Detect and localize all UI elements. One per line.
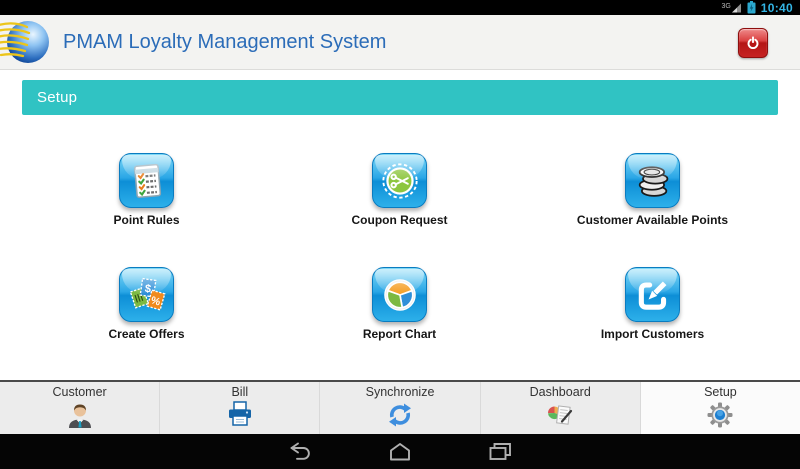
signal-triangle-icon [731, 3, 741, 13]
tile-label: Import Customers [600, 327, 705, 341]
recents-icon [489, 443, 511, 460]
home-icon [390, 443, 410, 461]
bottom-tab-bar: Customer Bill Synchronize Dashboard Setu… [0, 380, 800, 434]
app-logo-icon [0, 21, 49, 63]
tab-label: Customer [52, 385, 107, 399]
tile-coupon-request[interactable]: Coupon Request [273, 153, 526, 227]
sync-icon [389, 403, 411, 427]
tab-dashboard[interactable]: Dashboard [481, 382, 641, 434]
point-rules-icon [119, 153, 174, 208]
clock: 10:40 [760, 0, 793, 15]
tile-label: Report Chart [362, 327, 437, 341]
network-type-label: 3G [721, 3, 731, 10]
section-banner-title: Setup [37, 89, 78, 106]
battery-charging-icon [747, 1, 756, 14]
tile-label: Customer Available Points [576, 213, 729, 227]
printer-icon [228, 401, 251, 426]
tab-setup[interactable]: Setup [640, 382, 800, 434]
create-offers-icon: $ % [119, 267, 174, 322]
import-customers-icon [625, 267, 680, 322]
back-icon [290, 442, 310, 460]
android-navigation-bar [0, 434, 800, 469]
customer-points-icon [625, 153, 680, 208]
home-button[interactable] [387, 442, 413, 462]
signal-strength-icon: 3G [721, 2, 741, 13]
tile-label: Create Offers [108, 327, 185, 341]
tab-label: Synchronize [365, 385, 435, 399]
tab-bill[interactable]: Bill [160, 382, 321, 434]
recent-apps-button[interactable] [487, 442, 513, 462]
power-icon [747, 36, 759, 50]
section-banner: Setup [22, 80, 778, 115]
dashboard-icon [548, 405, 573, 425]
tab-customer[interactable]: Customer [0, 382, 161, 434]
tile-customer-available-points[interactable]: Customer Available Points [526, 153, 779, 227]
page-title: PMAM Loyalty Management System [63, 30, 387, 53]
tab-label: Dashboard [529, 385, 591, 399]
tile-import-customers[interactable]: Import Customers [526, 267, 779, 341]
back-button[interactable] [287, 442, 313, 462]
tab-synchronize[interactable]: Synchronize [320, 382, 481, 434]
tile-create-offers[interactable]: $ % Create Offers [20, 267, 273, 341]
tile-report-chart[interactable]: Report Chart [273, 267, 526, 341]
tile-point-rules[interactable]: Point Rules [20, 153, 273, 227]
status-bar: 3G 10:40 [0, 0, 800, 15]
tile-grid: Point Rules Coupon Request Customer Avai… [0, 153, 800, 341]
tile-label: Coupon Request [351, 213, 448, 227]
power-button[interactable] [738, 28, 768, 58]
tab-label: Setup [704, 385, 737, 399]
app-header: PMAM Loyalty Management System [0, 15, 800, 70]
customer-icon [68, 404, 91, 428]
tab-label: Bill [231, 385, 249, 399]
gear-icon [707, 402, 733, 428]
tile-label: Point Rules [113, 213, 180, 227]
report-chart-icon [372, 267, 427, 322]
coupon-request-icon [372, 153, 427, 208]
